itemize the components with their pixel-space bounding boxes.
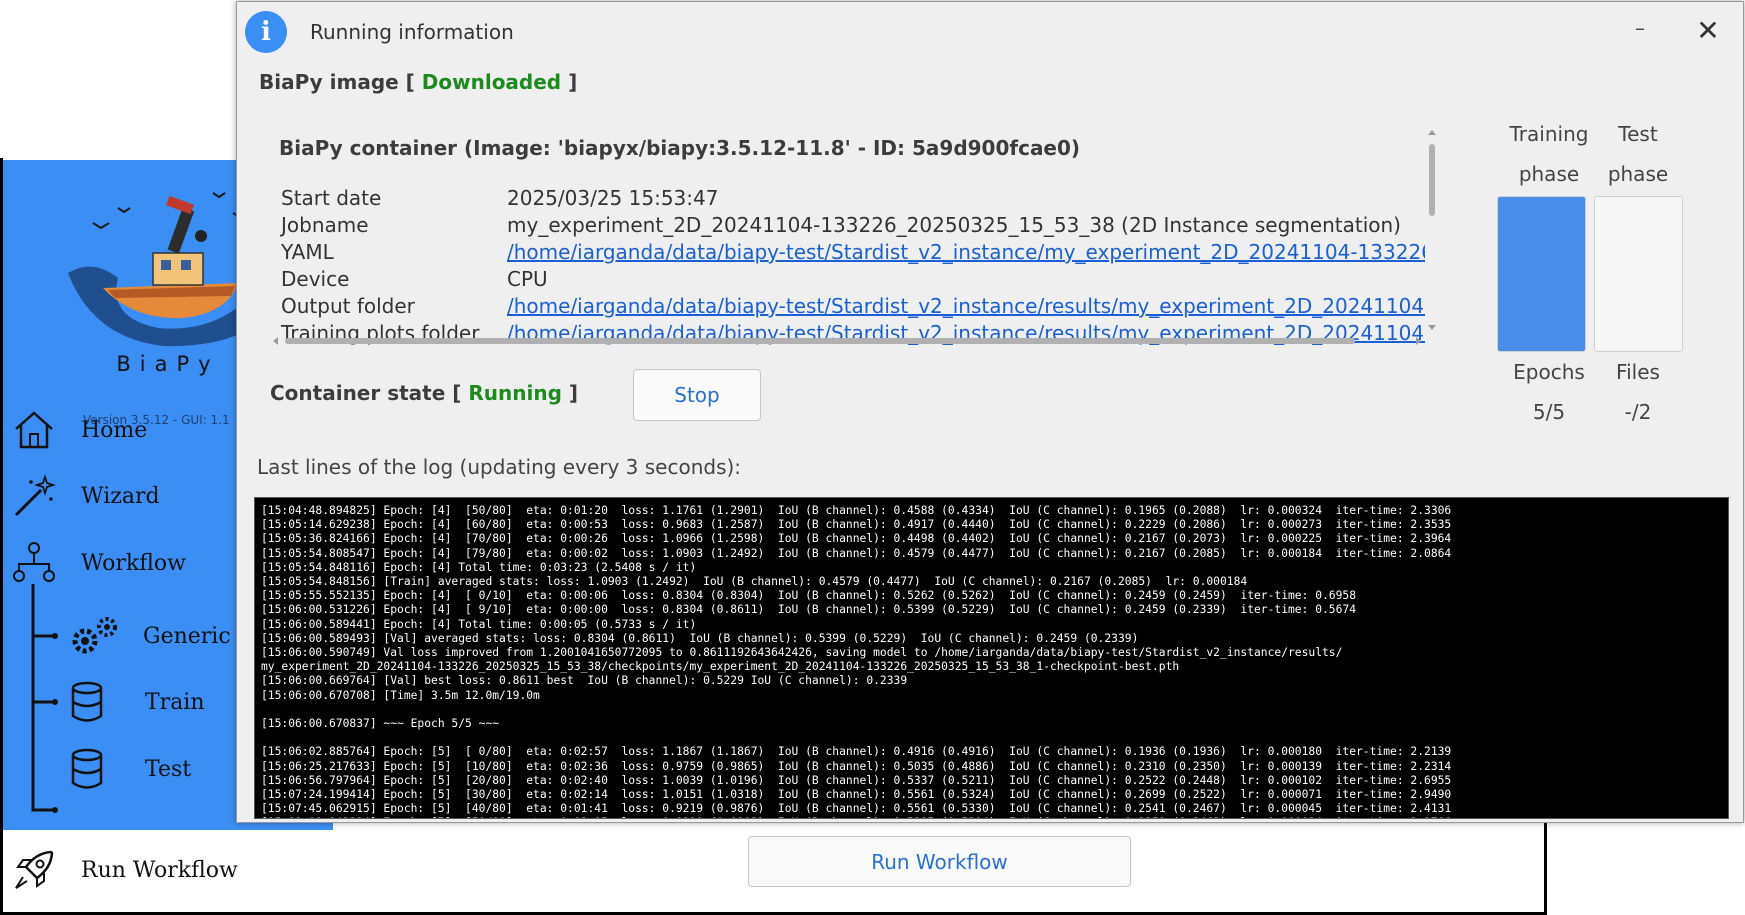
- log-line: [15:05:14.629238] Epoch: [4] [60/80] eta…: [261, 518, 1452, 532]
- container-state-close: ]: [568, 381, 578, 405]
- info-key: Device: [281, 267, 350, 291]
- info-key: Jobname: [281, 213, 369, 237]
- log-line: [15:06:00.531226] Epoch: [4] [ 9/10] eta…: [261, 603, 1357, 617]
- info-icon: i: [245, 11, 287, 53]
- log-line: [15:07:24.199414] Epoch: [5] [30/80] eta…: [261, 788, 1452, 802]
- info-value: my_experiment_2D_20241104-133226_2025032…: [507, 213, 1401, 237]
- sidebar-item-label: Home: [81, 417, 148, 443]
- log-output[interactable]: [15:04:48.894825] Epoch: [4] [50/80] eta…: [254, 497, 1729, 819]
- info-value: 2025/03/25 15:53:47: [507, 186, 719, 210]
- workflow-icon: [13, 542, 55, 582]
- training-phase-title: Training phase: [1493, 114, 1605, 194]
- log-label: Last lines of the log (updating every 3 …: [257, 455, 742, 479]
- sidebar-item-test[interactable]: Test: [67, 745, 191, 793]
- log-line: [15:05:36.824166] Epoch: [4] [70/80] eta…: [261, 532, 1452, 546]
- log-text: [15:04:48.894825] Epoch: [4] [50/80] eta…: [261, 504, 1722, 818]
- vertical-scrollbar-thumb[interactable]: [1429, 144, 1435, 216]
- home-icon: [15, 411, 53, 449]
- stop-button[interactable]: Stop: [633, 369, 761, 421]
- sidebar-item-label: Test: [145, 756, 192, 782]
- files-label: Files: [1616, 360, 1660, 384]
- minimize-button[interactable]: –: [1625, 16, 1655, 46]
- sidebar-item-label: Run Workflow: [81, 857, 238, 883]
- vertical-scrollbar[interactable]: [1425, 126, 1439, 334]
- database-icon: [71, 748, 103, 789]
- gears-icon: [72, 617, 117, 654]
- container-state-label: Container state [: [270, 381, 462, 405]
- log-line: [15:06:00.669764] [Val] best loss: 0.861…: [261, 674, 908, 688]
- log-line: [15:06:00.590749] Val loss improved from…: [261, 646, 1343, 660]
- test-phase-counter: Files -/2: [1590, 352, 1686, 432]
- training-phase-counter: Epochs 5/5: [1493, 352, 1605, 432]
- training-progress-bar: [1497, 196, 1586, 352]
- magic-wand-icon: [14, 474, 56, 517]
- log-line: [15:06:25.217633] Epoch: [5] [10/80] eta…: [261, 759, 1452, 773]
- info-key: Start date: [281, 186, 382, 210]
- sidebar-item-label: Wizard: [81, 483, 160, 509]
- training-phase-line1: Training: [1509, 122, 1589, 146]
- log-line: [15:06:00.670708] [Time] 3.5m 12.0m/19.0…: [261, 688, 540, 702]
- container-header: BiaPy container (Image: 'biapyx/biapy:3.…: [279, 136, 1081, 160]
- horizontal-scrollbar-thumb[interactable]: [285, 338, 1355, 344]
- close-button[interactable]: ✕: [1691, 14, 1725, 48]
- log-line: [15:06:00.589493] [Val] averaged stats: …: [261, 631, 1139, 645]
- output-folder-link[interactable]: /home/iarganda/data/biapy-test/Stardist_…: [507, 294, 1425, 318]
- sidebar-item-label: Train: [145, 689, 205, 715]
- sidebar-item-home[interactable]: Home: [11, 406, 147, 454]
- running-information-dialog: i Running information – ✕ BiaPy image [ …: [236, 1, 1744, 823]
- log-line: [15:08:08.843134] Epoch: [5] [50/80] eta…: [261, 816, 1722, 818]
- log-line: [15:06:00.589441] Epoch: [4] Total time:…: [261, 617, 697, 631]
- sidebar-item-train[interactable]: Train: [67, 678, 205, 726]
- dialog-title: Running information: [310, 20, 514, 44]
- image-status-value: Downloaded: [421, 70, 562, 94]
- epochs-count: 5/5: [1532, 400, 1566, 424]
- info-key: Output folder: [281, 294, 415, 318]
- sidebar-item-label: Generic: [143, 623, 231, 649]
- log-line: my_experiment_2D_20241104-133226_2025032…: [261, 660, 1180, 674]
- log-line: [15:05:54.848116] Epoch: [4] Total time:…: [261, 560, 697, 574]
- horizontal-scrollbar[interactable]: [269, 334, 1425, 348]
- test-phase-title: Test phase: [1590, 114, 1686, 194]
- sidebar-item-label: Workflow: [81, 550, 186, 576]
- image-status-close: ]: [568, 70, 578, 94]
- log-line: [15:06:02.885764] Epoch: [5] [ 0/80] eta…: [261, 745, 1452, 759]
- info-key: YAML: [281, 240, 334, 264]
- container-info-panel: BiaPy container (Image: 'biapyx/biapy:3.…: [265, 124, 1425, 352]
- log-line: [15:07:45.062915] Epoch: [5] [40/80] eta…: [261, 802, 1452, 816]
- rocket-icon: [15, 850, 54, 889]
- log-line: [15:06:56.797964] Epoch: [5] [20/80] eta…: [261, 773, 1452, 787]
- yaml-link[interactable]: /home/iarganda/data/biapy-test/Stardist_…: [507, 240, 1425, 264]
- database-icon: [71, 681, 103, 722]
- run-workflow-button[interactable]: Run Workflow: [748, 836, 1131, 887]
- sidebar-item-generic[interactable]: Generic: [67, 612, 231, 660]
- files-count: -/2: [1624, 400, 1652, 424]
- image-status-label: BiaPy image [: [259, 70, 415, 94]
- log-line: [15:04:48.894825] Epoch: [4] [50/80] eta…: [261, 504, 1452, 517]
- sidebar-item-run-workflow[interactable]: Run Workflow: [3, 830, 333, 910]
- test-progress-bar: [1594, 196, 1683, 352]
- container-state: Container state [ Running ]: [270, 381, 578, 405]
- training-phase-line2: phase: [1518, 162, 1580, 186]
- tree-connector: [31, 584, 58, 813]
- dialog-titlebar[interactable]: i Running information – ✕: [237, 2, 1743, 60]
- container-state-value: Running: [468, 381, 562, 405]
- log-line: [15:06:00.670837] ~~~ Epoch 5/5 ~~~: [261, 717, 500, 731]
- log-line: [15:05:54.808547] Epoch: [4] [79/80] eta…: [261, 546, 1452, 560]
- sidebar-item-workflow[interactable]: Workflow: [11, 539, 186, 587]
- info-value: CPU: [507, 267, 548, 291]
- training-progress-fill: [1498, 197, 1585, 351]
- image-status: BiaPy image [ Downloaded ]: [259, 70, 577, 94]
- sidebar-item-wizard[interactable]: Wizard: [11, 472, 160, 520]
- test-phase-line2: phase: [1607, 162, 1669, 186]
- log-line: [15:05:55.552135] Epoch: [4] [ 0/10] eta…: [261, 589, 1357, 603]
- test-phase-line1: Test: [1618, 122, 1658, 146]
- epochs-label: Epochs: [1513, 360, 1585, 384]
- log-line: [15:05:54.848156] [Train] averaged stats…: [261, 575, 1248, 589]
